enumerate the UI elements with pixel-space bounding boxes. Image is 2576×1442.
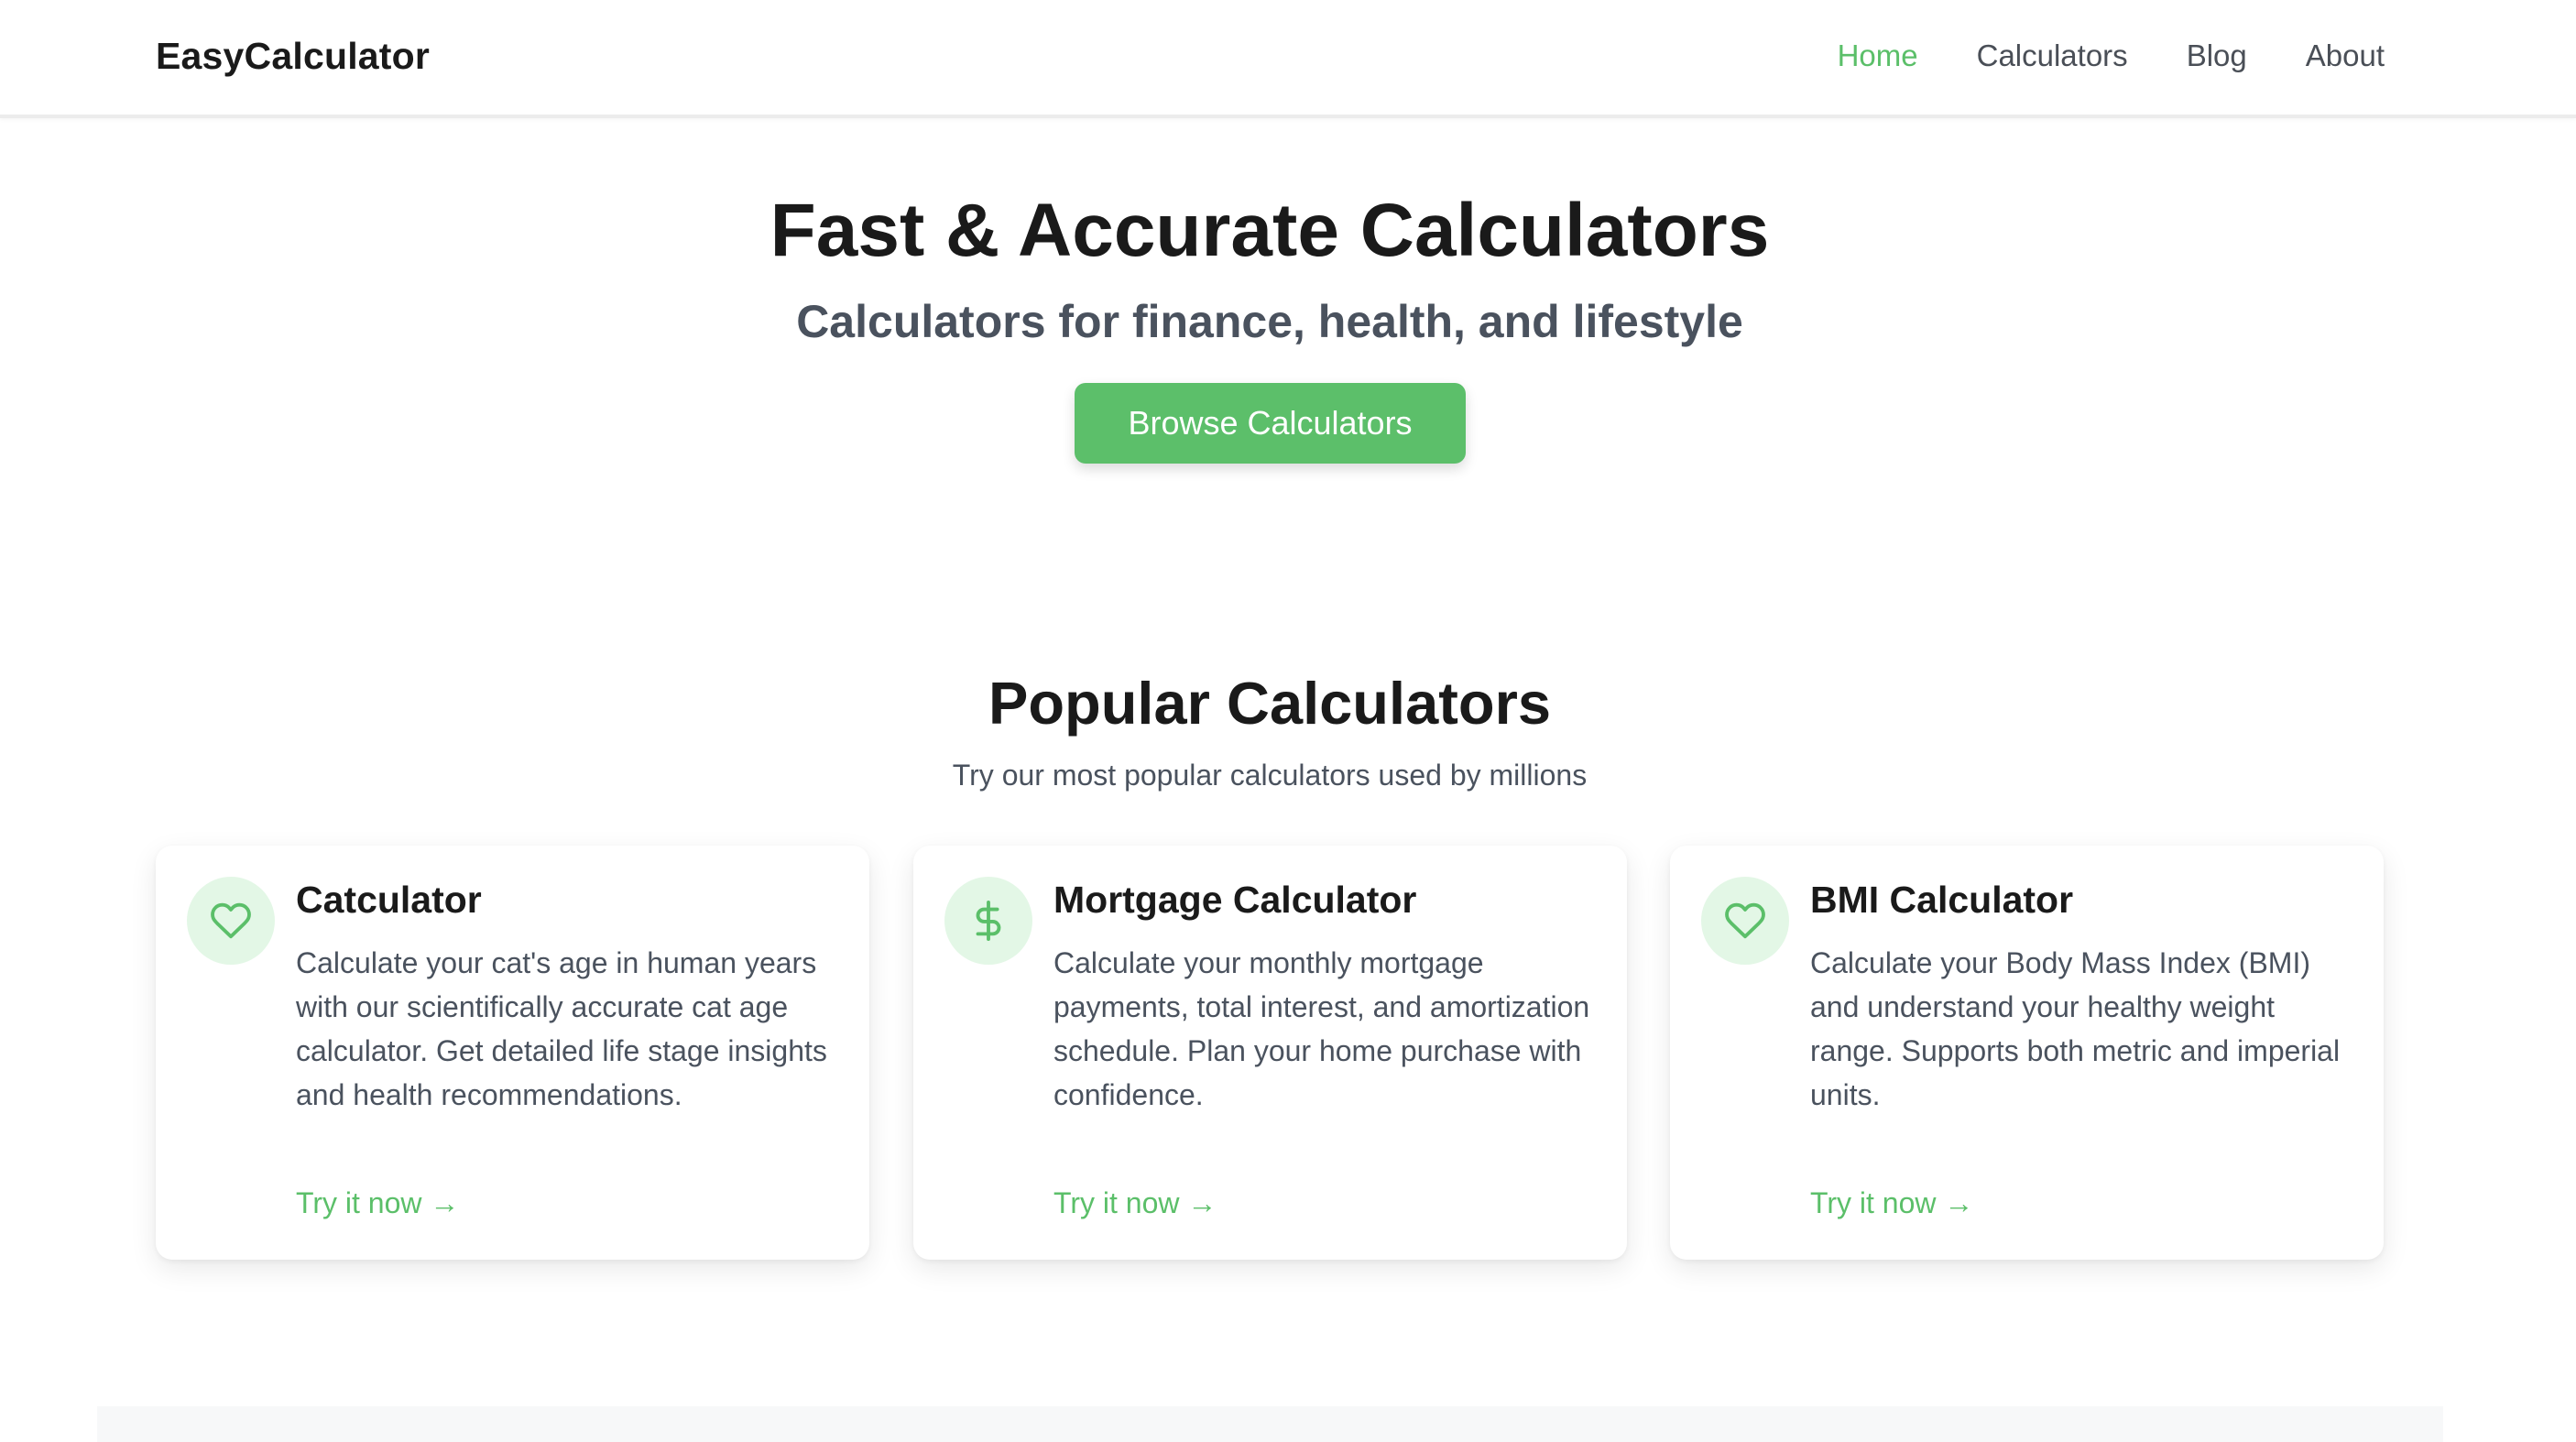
heart-icon <box>1701 877 1789 965</box>
card-title: Catculator <box>296 879 482 921</box>
card-description: Calculate your cat's age in human years … <box>296 946 827 1111</box>
browse-calculators-button[interactable]: Browse Calculators <box>1075 383 1466 464</box>
heart-icon <box>187 877 275 965</box>
next-section-band <box>97 1406 2443 1442</box>
card-title: Mortgage Calculator <box>1053 879 1417 921</box>
nav-home-link[interactable]: Home <box>1838 38 1918 73</box>
popular-section-title: Popular Calculators <box>988 670 1552 737</box>
try-it-now-link[interactable]: Try it now → <box>296 1186 459 1220</box>
hero-subtitle: Calculators for finance, health, and lif… <box>796 296 1743 347</box>
calculator-card-bmi[interactable]: BMI Calculator Calculate your Body Mass … <box>1670 846 2384 1260</box>
try-it-now-link[interactable]: Try it now → <box>1810 1186 1973 1220</box>
hero-title: Fast & Accurate Calculators <box>770 189 1770 272</box>
calculator-card-mortgage[interactable]: Mortgage Calculator Calculate your month… <box>913 846 1627 1260</box>
nav-blog-link[interactable]: Blog <box>2187 38 2247 73</box>
main-nav: Home Calculators Blog About <box>1838 38 2385 73</box>
nav-calculators-link[interactable]: Calculators <box>1977 38 2128 73</box>
top-nav-bar: EasyCalculator Home Calculators Blog Abo… <box>0 0 2576 118</box>
calculator-card-catculator[interactable]: Catculator Calculate your cat's age in h… <box>156 846 869 1260</box>
brand-logo[interactable]: EasyCalculator <box>156 35 430 78</box>
nav-about-link[interactable]: About <box>2306 38 2385 73</box>
try-it-now-link[interactable]: Try it now → <box>1053 1186 1217 1220</box>
popular-section-subtitle: Try our most popular calculators used by… <box>952 759 1588 792</box>
dollar-icon <box>944 877 1032 965</box>
card-description: Calculate your monthly mortgage payments… <box>1053 946 1590 1111</box>
card-title: BMI Calculator <box>1810 879 2074 921</box>
card-description: Calculate your Body Mass Index (BMI) and… <box>1810 946 2341 1111</box>
